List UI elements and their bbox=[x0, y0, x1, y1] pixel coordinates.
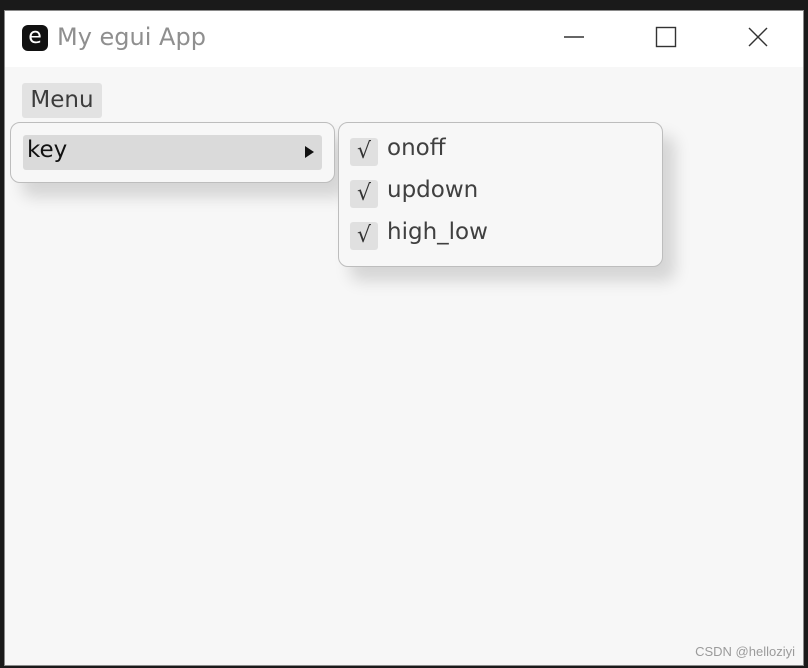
checkbox-item-updown[interactable]: √ updown bbox=[350, 177, 650, 209]
app-icon: e bbox=[22, 25, 48, 51]
submenu-popup: √ onoff √ updown √ high_low bbox=[338, 122, 663, 267]
menu-item-key[interactable]: key bbox=[23, 135, 322, 170]
checkbox-label: onoff bbox=[387, 135, 446, 161]
window-title: My egui App bbox=[57, 23, 206, 51]
checkbox-updown[interactable]: √ bbox=[350, 180, 378, 208]
watermark-text: CSDN @helloziyi bbox=[695, 644, 795, 659]
minimize-icon bbox=[564, 36, 584, 38]
checkbox-label: updown bbox=[387, 177, 479, 203]
checkbox-label: high_low bbox=[387, 219, 488, 245]
close-icon bbox=[748, 27, 768, 47]
checkbox-high-low[interactable]: √ bbox=[350, 222, 378, 250]
checkbox-item-high-low[interactable]: √ high_low bbox=[350, 219, 650, 251]
minimize-button[interactable] bbox=[528, 11, 620, 63]
maximize-button[interactable] bbox=[620, 11, 712, 63]
app-window: e My egui App Menu key √ onoff √ updown … bbox=[4, 10, 804, 666]
submenu-arrow-icon bbox=[305, 146, 314, 158]
menu-button[interactable]: Menu bbox=[22, 83, 102, 118]
title-bar[interactable]: e My egui App bbox=[5, 11, 803, 67]
checkbox-onoff[interactable]: √ bbox=[350, 138, 378, 166]
maximize-icon bbox=[655, 26, 677, 48]
close-button[interactable] bbox=[712, 11, 803, 63]
menu-item-label: key bbox=[27, 137, 68, 163]
menu-popup: key bbox=[10, 122, 335, 183]
checkbox-item-onoff[interactable]: √ onoff bbox=[350, 135, 650, 167]
